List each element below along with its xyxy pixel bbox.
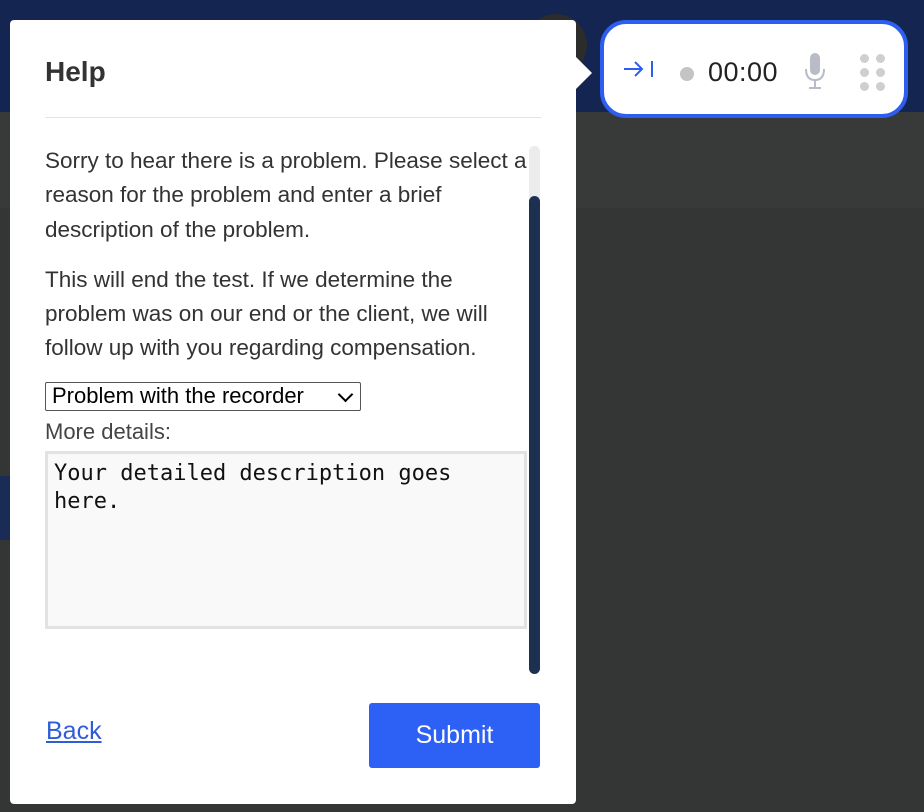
recorder-widget: 00:00 (600, 20, 908, 118)
help-end-test-text: This will end the test. If we determine … (45, 266, 488, 361)
problem-reason-select[interactable]: Problem with the recorder (45, 381, 361, 411)
more-details-textarea[interactable]: Your detailed description goes here. (45, 450, 527, 629)
more-details-label: More details: (45, 418, 171, 444)
help-divider (45, 117, 541, 118)
microphone-icon[interactable] (802, 51, 828, 91)
record-dot-icon (680, 67, 694, 81)
recorder-timer: 00:00 (708, 57, 779, 87)
help-scrollbar-thumb[interactable] (529, 196, 540, 674)
help-panel-pointer (576, 57, 592, 89)
help-scroll-area[interactable]: Sorry to hear there is a problem. Please… (45, 144, 527, 674)
help-title: Help (45, 56, 106, 87)
back-link[interactable]: Back (46, 717, 102, 746)
collapse-arrow-icon[interactable] (622, 58, 656, 80)
submit-button[interactable]: Submit (369, 703, 540, 768)
drag-handle-icon[interactable] (858, 52, 888, 92)
problem-reason-selected: Problem with the recorder (52, 382, 304, 408)
help-panel: Help Sorry to hear there is a problem. P… (10, 20, 576, 804)
chevron-down-icon (337, 386, 354, 403)
help-intro-text: Sorry to hear there is a problem. Please… (45, 148, 527, 242)
